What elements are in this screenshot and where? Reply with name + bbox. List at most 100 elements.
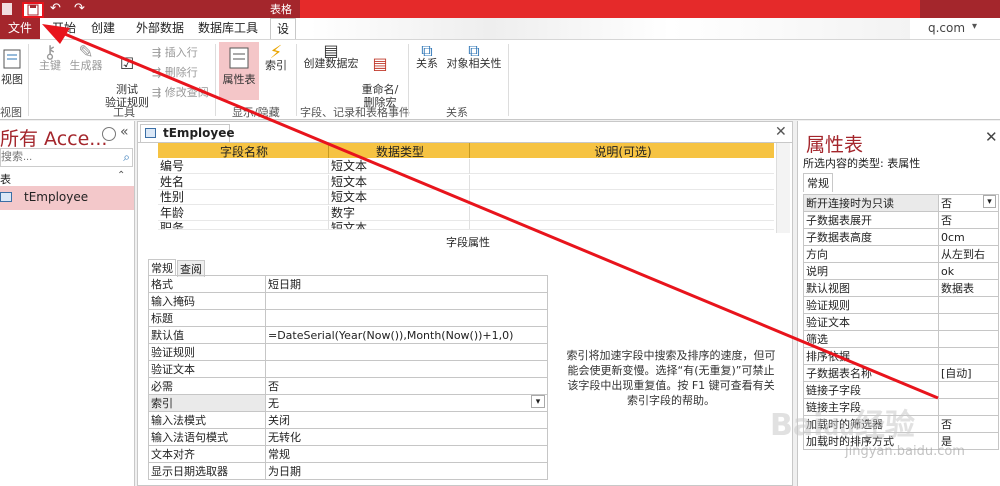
nav-menu-icon[interactable] (102, 127, 116, 141)
redo-icon[interactable]: ↷ (74, 1, 85, 16)
description-cell[interactable] (469, 205, 774, 221)
save-icon[interactable] (22, 2, 44, 18)
field-name-cell[interactable]: 性别 (158, 190, 328, 205)
field-property-row[interactable]: 默认值 =DateSerial(Year(Now()),Month(Now())+… (148, 326, 548, 344)
field-property-row[interactable]: 显示日期选取器 为日期 (148, 462, 548, 480)
field-name-cell[interactable]: 年龄 (158, 206, 328, 221)
property-value[interactable] (938, 313, 999, 331)
nav-item-tEmployee[interactable]: tEmployee (0, 186, 134, 210)
property-sheet-row[interactable]: 说明 ok (803, 262, 999, 280)
property-value[interactable]: ▾ 无 (265, 394, 548, 412)
dropdown-arrow-icon[interactable]: ▾ (531, 395, 545, 408)
property-value[interactable]: 否 (265, 377, 548, 395)
property-sheet-row[interactable]: 子数据表名称 [自动] (803, 364, 999, 382)
search-icon[interactable]: ⌕ (123, 150, 130, 165)
property-sheet-row[interactable]: 方向 从左到右 (803, 245, 999, 263)
field-row[interactable]: 年龄 数字 (158, 205, 774, 221)
property-value[interactable] (938, 381, 999, 399)
field-property-row[interactable]: 文本对齐 常规 (148, 445, 548, 463)
field-property-row[interactable]: 输入法模式 关闭 (148, 411, 548, 429)
collapse-section-icon[interactable]: ⌃ (117, 170, 125, 181)
property-value[interactable] (938, 398, 999, 416)
property-value[interactable]: 无转化 (265, 428, 548, 446)
property-value[interactable] (265, 360, 548, 378)
delete-rows-button[interactable]: ⇶ 删除行 (152, 64, 198, 80)
document-tab-tEmployee[interactable]: tEmployee (140, 124, 234, 142)
property-value[interactable] (265, 292, 548, 310)
modify-lookups-button[interactable]: ⇶ 修改查阅 (152, 84, 209, 100)
description-cell[interactable] (469, 221, 774, 229)
tab-home[interactable]: 开始 (46, 18, 82, 39)
property-value[interactable]: 否 (938, 211, 999, 229)
description-cell[interactable] (469, 190, 774, 205)
close-document-icon[interactable]: ✕ (775, 124, 787, 140)
nav-search-input[interactable] (1, 149, 111, 165)
field-property-row[interactable]: 格式 短日期 (148, 275, 548, 293)
field-row[interactable]: 职务 短文本 (158, 221, 774, 230)
field-row[interactable]: 性别 短文本 (158, 190, 774, 205)
dropdown-arrow-icon[interactable]: ▾ (983, 195, 996, 208)
primary-key-button[interactable]: ⚷ 主键 (36, 44, 64, 73)
nav-section-tables[interactable]: 表 (0, 171, 11, 187)
data-type-cell[interactable]: 短文本 (328, 221, 469, 229)
tab-design[interactable]: 设 (270, 18, 297, 39)
property-value[interactable] (265, 343, 548, 361)
field-row[interactable]: 姓名 短文本 (158, 174, 774, 190)
create-data-macros-button[interactable]: ▤ 创建数据宏 (302, 43, 360, 71)
property-value[interactable]: 0cm (938, 228, 999, 246)
tab-external-data[interactable]: 外部数据 (130, 18, 190, 39)
field-name-cell[interactable]: 职务 (158, 221, 328, 229)
field-property-row[interactable]: 输入法语句模式 无转化 (148, 428, 548, 446)
property-value[interactable] (265, 309, 548, 327)
relationships-button[interactable]: ⧉ 关系 (412, 43, 442, 71)
property-value[interactable] (938, 347, 999, 365)
collapse-pane-icon[interactable]: « (120, 124, 129, 140)
undo-icon[interactable]: ↶ (50, 1, 61, 16)
property-value[interactable]: 常规 (265, 445, 548, 463)
property-value[interactable]: [自动] (938, 364, 999, 382)
property-value[interactable]: ok (938, 262, 999, 280)
tab-general[interactable]: 常规 (803, 173, 833, 192)
field-property-row[interactable]: 输入掩码 (148, 292, 548, 310)
tab-create[interactable]: 创建 (85, 18, 121, 39)
property-value[interactable] (938, 296, 999, 314)
field-property-row[interactable]: 必需否 (148, 377, 548, 395)
builder-button[interactable]: ✎ 生成器 (68, 44, 104, 73)
view-button[interactable]: 视图 (0, 48, 24, 86)
data-type-cell[interactable]: 数字 (328, 205, 469, 221)
indexes-button[interactable]: ⚡ 索引 (262, 44, 290, 73)
data-type-cell[interactable]: 短文本 (328, 190, 469, 205)
property-value[interactable]: 否 (938, 415, 999, 433)
property-sheet-row[interactable]: 断开连接时为只读 ▾ 否 (803, 194, 999, 212)
description-cell[interactable] (469, 159, 774, 174)
property-sheet-row[interactable]: 验证规则 (803, 296, 999, 314)
property-sheet-row[interactable]: 验证文本 (803, 313, 999, 331)
field-grid-scrollbar[interactable] (776, 143, 790, 233)
property-sheet-row[interactable]: 子数据表高度 0cm (803, 228, 999, 246)
close-pane-icon[interactable]: ✕ (985, 128, 998, 146)
nav-search-box[interactable]: ⌕ (0, 148, 133, 167)
tab-general[interactable]: 常规 (148, 259, 176, 276)
data-type-cell[interactable]: 短文本 (328, 159, 469, 174)
property-sheet-row[interactable]: 排序依据 (803, 347, 999, 365)
property-value[interactable]: 数据表 (938, 279, 999, 297)
property-sheet-row[interactable]: 默认视图 数据表 (803, 279, 999, 297)
property-value[interactable]: ▾ 否 (938, 194, 999, 212)
property-value[interactable]: 短日期 (265, 275, 548, 293)
description-cell[interactable] (469, 174, 774, 190)
insert-rows-button[interactable]: ⇶ 插入行 (152, 44, 198, 60)
property-sheet-row[interactable]: 子数据表展开否 (803, 211, 999, 229)
field-property-row[interactable]: 索引 ▾ 无 (148, 394, 548, 412)
nav-title[interactable]: 所有 Acce... (0, 124, 107, 151)
account-dropdown-icon[interactable]: ▾ (972, 21, 977, 32)
property-sheet-row[interactable]: 筛选 (803, 330, 999, 348)
property-value[interactable]: 从左到右 (938, 245, 999, 263)
field-property-row[interactable]: 验证规则 (148, 343, 548, 361)
field-name-cell[interactable]: 姓名 (158, 175, 328, 190)
object-dependencies-button[interactable]: ⧉ 对象相关性 (444, 43, 504, 71)
field-property-row[interactable]: 标题 (148, 309, 548, 327)
field-row[interactable]: 编号 短文本 (158, 159, 774, 174)
property-value[interactable] (938, 330, 999, 348)
tab-file[interactable]: 文件 (0, 18, 40, 39)
property-sheet-button[interactable]: 属性表 (219, 42, 259, 100)
